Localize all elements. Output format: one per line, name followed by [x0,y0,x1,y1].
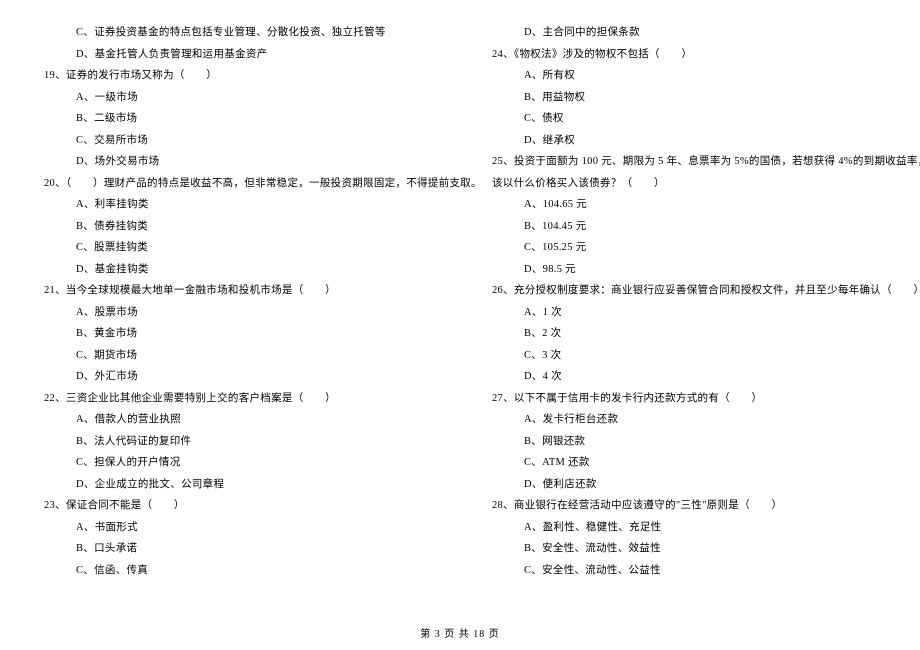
question-line: 24、《物权法》涉及的物权不包括（ ） [492,44,910,66]
option-line: C、债权 [524,108,910,130]
question-line: 21、当今全球规模最大地单一金融市场和投机市场是（ ） [44,280,450,302]
option-line: D、98.5 元 [524,259,910,281]
option-line: D、外汇市场 [76,366,450,388]
option-line: A、发卡行柜台还款 [524,409,910,431]
option-line: D、4 次 [524,366,910,388]
option-line: D、基金托管人负责管理和运用基金资产 [76,44,450,66]
option-line: C、股票挂钩类 [76,237,450,259]
option-line: C、3 次 [524,345,910,367]
option-line: A、借款人的营业执照 [76,409,450,431]
option-line: A、一级市场 [76,87,450,109]
left-column: C、证券投资基金的特点包括专业管理、分散化投资、独立托管等D、基金托管人负责管理… [0,22,460,581]
option-line: C、担保人的开户情况 [76,452,450,474]
option-line: B、口头承诺 [76,538,450,560]
right-column: D、主合同中的担保条款24、《物权法》涉及的物权不包括（ ）A、所有权B、用益物… [460,22,920,581]
option-line: B、二级市场 [76,108,450,130]
option-line: B、黄金市场 [76,323,450,345]
option-line: D、便利店还款 [524,474,910,496]
option-line: C、信函、传真 [76,560,450,582]
question-line: 28、商业银行在经营活动中应该遵守的"三性"原则是（ ） [492,495,910,517]
option-line: A、股票市场 [76,302,450,324]
option-line: D、主合同中的担保条款 [524,22,910,44]
question-line: 19、证券的发行市场又称为（ ） [44,65,450,87]
option-line: B、网银还款 [524,431,910,453]
question-line: 22、三资企业比其他企业需要特别上交的客户档案是（ ） [44,388,450,410]
option-line: B、用益物权 [524,87,910,109]
option-line: D、继承权 [524,130,910,152]
page-content: C、证券投资基金的特点包括专业管理、分散化投资、独立托管等D、基金托管人负责管理… [0,0,920,581]
option-line: A、盈利性、稳健性、充足性 [524,517,910,539]
option-line: C、安全性、流动性、公益性 [524,560,910,582]
question-line: 27、以下不属于信用卡的发卡行内还款方式的有（ ） [492,388,910,410]
option-line: C、证券投资基金的特点包括专业管理、分散化投资、独立托管等 [76,22,450,44]
option-line: D、场外交易市场 [76,151,450,173]
question-line: 26、充分授权制度要求：商业银行应妥善保管合同和授权文件，并且至少每年确认（ ） [492,280,910,302]
question-line: 20、（ ）理财产品的特点是收益不高，但非常稳定，一般投资期限固定，不得提前支取… [44,173,450,195]
option-line: C、期货市场 [76,345,450,367]
question-line: 23、保证合同不能是（ ） [44,495,450,517]
option-line: D、企业成立的批文、公司章程 [76,474,450,496]
option-line: A、所有权 [524,65,910,87]
option-line: B、104.45 元 [524,216,910,238]
option-line: C、105.25 元 [524,237,910,259]
option-line: D、基金挂钩类 [76,259,450,281]
option-line: A、书面形式 [76,517,450,539]
option-line: A、利率挂钩类 [76,194,450,216]
question-line: 25、投资于面额为 100 元、期限为 5 年、息票率为 5%的国债，若想获得 … [492,151,910,173]
option-line: B、法人代码证的复印件 [76,431,450,453]
option-line: A、1 次 [524,302,910,324]
question-continuation: 该以什么价格买入该债券？（ ） [492,173,910,195]
page-number: 第 3 页 共 18 页 [0,625,920,640]
option-line: C、交易所市场 [76,130,450,152]
option-line: B、债券挂钩类 [76,216,450,238]
option-line: B、2 次 [524,323,910,345]
option-line: B、安全性、流动性、效益性 [524,538,910,560]
option-line: A、104.65 元 [524,194,910,216]
option-line: C、ATM 还款 [524,452,910,474]
